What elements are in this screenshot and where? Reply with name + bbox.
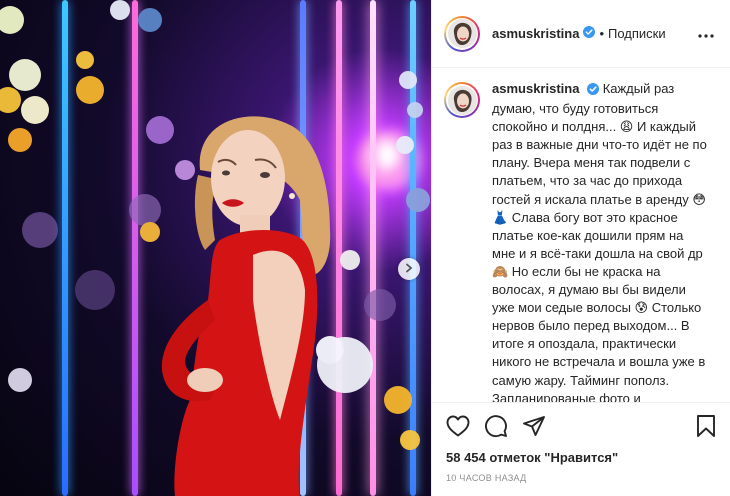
caption-verified-badge-icon	[587, 82, 600, 100]
more-options-icon[interactable]	[694, 21, 718, 47]
comment-icon[interactable]	[484, 414, 508, 438]
avatar[interactable]	[444, 15, 480, 52]
heart-icon[interactable]	[446, 415, 470, 437]
following-button[interactable]: Подписки	[608, 26, 666, 41]
bookmark-icon[interactable]	[696, 414, 716, 438]
post-side-panel: asmuskristina • Подписки asmuskristina К…	[431, 0, 730, 496]
share-icon[interactable]	[522, 415, 546, 437]
next-photo-button[interactable]	[398, 258, 420, 280]
caption-scroll-area[interactable]: asmuskristina Каждый раз думаю, что буду…	[432, 80, 730, 402]
caption-avatar[interactable]	[444, 82, 480, 118]
likes-count[interactable]: 58 454 отметок "Нравится"	[432, 449, 730, 467]
likes-text[interactable]: 58 454 отметок "Нравится"	[446, 450, 618, 465]
post-header: asmuskristina • Подписки	[432, 0, 730, 68]
header-username[interactable]: asmuskristina	[492, 26, 579, 41]
post-timestamp: 10 часов назад	[446, 473, 527, 483]
caption-text: asmuskristina Каждый раз думаю, что буду…	[492, 80, 710, 402]
verified-badge-icon	[583, 25, 596, 43]
caption-body: Каждый раз думаю, что буду готовиться сп…	[492, 81, 707, 402]
post-photo[interactable]	[0, 0, 431, 496]
caption-row: asmuskristina Каждый раз думаю, что буду…	[444, 80, 718, 402]
post-actions: 58 454 отметок "Нравится" 10 часов назад	[432, 402, 730, 483]
header-separator: •	[599, 26, 604, 41]
chevron-right-icon	[404, 260, 414, 278]
caption-username[interactable]: asmuskristina	[492, 81, 579, 96]
photo-scene	[0, 0, 430, 496]
